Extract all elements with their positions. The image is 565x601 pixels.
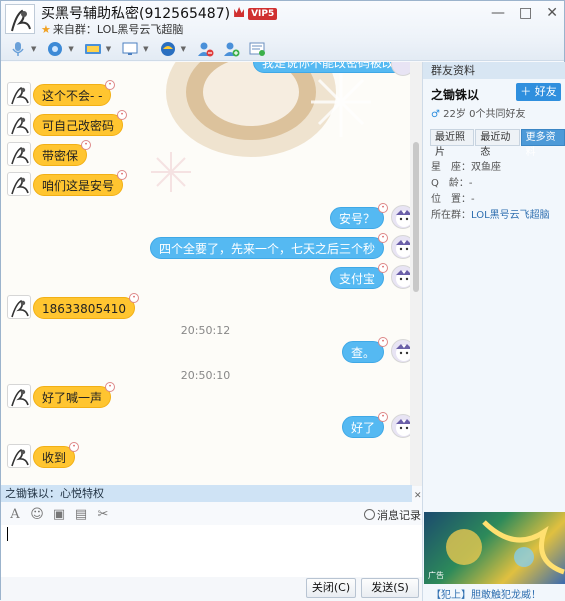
tab-recent-photos[interactable]: 最近照片: [430, 129, 475, 158]
more-icon[interactable]: [246, 38, 268, 60]
bubble-decoration-icon: •: [378, 337, 388, 347]
ad-dragon-image: [446, 520, 565, 575]
title-bar[interactable]: 买黑号辅助私密(912565487) VIP5 ★ 来自群：LOL黑号云飞超脑 — …: [1, 1, 564, 37]
message-bubble[interactable]: 这个不会- -: [33, 84, 112, 106]
member-avatar[interactable]: [7, 82, 31, 106]
chat-history[interactable]: 我是说你不能改密码被改? 这个不会- - • 可自己改密码 • 带密保 • 咱们这是安号 • 安…: [1, 62, 422, 486]
bubble-decoration-icon: •: [129, 293, 139, 303]
notice-text: 之锄铢以：心悦特权: [5, 487, 104, 500]
message-bubble[interactable]: 四个全要了，先来一个，七天之后三个秒: [149, 237, 384, 259]
add-contact-icon[interactable]: [220, 38, 242, 60]
block-user-icon[interactable]: [194, 38, 216, 60]
chevron-down-icon[interactable]: ▼: [68, 45, 73, 53]
message-bubble[interactable]: 咱们这是安号: [33, 174, 124, 196]
timestamp: 20:50:12: [180, 324, 231, 337]
member-avatar[interactable]: [7, 444, 31, 468]
star-icon: ★: [41, 23, 51, 36]
male-icon: ♂: [431, 109, 440, 120]
bubble-decoration-icon: •: [105, 80, 115, 90]
input-toolbar: A ☺ ▣ ▤ ✂: [1, 503, 422, 525]
field-q-age: Q 龄：-: [431, 178, 473, 189]
share-screen-icon[interactable]: [82, 38, 104, 60]
bubble-decoration-icon: •: [81, 140, 91, 150]
message-history-button[interactable]: 消息记录 ▾: [364, 507, 430, 523]
microphone-icon[interactable]: [7, 38, 29, 60]
member-avatar[interactable]: [7, 295, 31, 319]
emoji-icon[interactable]: ☺: [29, 506, 45, 522]
chat-window: 买黑号辅助私密(912565487) VIP5 ★ 来自群：LOL黑号云飞超脑 — …: [0, 0, 565, 601]
bubble-decoration-icon: •: [378, 412, 388, 422]
field-zodiac: 星 座：双鱼座: [431, 162, 501, 173]
image-icon[interactable]: ▣: [51, 506, 67, 522]
member-avatar[interactable]: [7, 172, 31, 196]
add-friend-button[interactable]: ＋ 好友: [516, 83, 561, 101]
close-icon[interactable]: ✕: [414, 491, 422, 501]
group-link[interactable]: LOL黑号云飞超脑: [471, 210, 550, 221]
group-source: ★ 来自群：LOL黑号云飞超脑: [41, 23, 184, 36]
tab-more-info[interactable]: 更多资料: [520, 129, 565, 158]
send-button[interactable]: 发送(S): [361, 578, 419, 598]
text-caret: [7, 527, 8, 541]
timestamp: 20:50:10: [180, 369, 231, 382]
profile-tabs: 最近照片 最近动态 更多资料: [430, 129, 565, 158]
member-avatar[interactable]: [7, 112, 31, 136]
member-meta: ♂ 22岁 0个共同好友: [431, 109, 526, 120]
ad-tag: 广告: [428, 571, 444, 580]
bubble-decoration-icon: •: [69, 442, 79, 452]
font-icon[interactable]: A: [7, 506, 23, 522]
ad-caption[interactable]: 【犯上】胆敢触犯龙威！: [431, 586, 541, 601]
group-notice-bar[interactable]: 之锄铢以：心悦特权: [1, 485, 412, 502]
member-avatar[interactable]: [7, 142, 31, 166]
chat-toolbar: ▼ ▼ ▼ ▼ ▼: [1, 37, 564, 61]
member-name: 之锄铢以: [431, 88, 480, 102]
close-button[interactable]: 关闭(C): [306, 578, 356, 598]
remote-desktop-icon[interactable]: [119, 38, 141, 60]
vip-badge: VIP5: [248, 8, 278, 20]
contact-avatar[interactable]: [5, 4, 35, 34]
message-bubble-partial: 我是说你不能改密码被改?: [253, 62, 410, 73]
close-window-button[interactable]: ✕: [546, 5, 558, 21]
window-controls: — □ ✕: [491, 5, 558, 21]
bubble-decoration-icon: •: [378, 203, 388, 213]
crown-icon: [234, 7, 245, 17]
video-icon[interactable]: [44, 38, 66, 60]
message-bubble[interactable]: 带密保: [33, 144, 88, 166]
tab-recent-activity[interactable]: 最近动态: [475, 129, 520, 158]
bottom-bar: [1, 577, 422, 601]
chevron-down-icon[interactable]: ▼: [143, 45, 148, 53]
bubble-decoration-icon: •: [117, 170, 127, 180]
field-group: 所在群：LOL黑号云飞超脑: [431, 210, 550, 221]
chevron-down-icon[interactable]: ▼: [181, 45, 186, 53]
chat-scrollbar[interactable]: [410, 62, 422, 486]
scroll-thumb[interactable]: [413, 142, 419, 292]
clock-icon: [364, 509, 375, 520]
message-bubble[interactable]: 可自己改密码: [33, 114, 124, 136]
maximize-button[interactable]: □: [519, 5, 532, 21]
panel-header: 群友资料: [423, 62, 565, 79]
message-bubble[interactable]: 支付宝: [329, 267, 384, 289]
bubble-decoration-icon: •: [378, 233, 388, 243]
chevron-down-icon[interactable]: ▼: [106, 45, 111, 53]
bubble-decoration-icon: •: [117, 110, 127, 120]
message-bubble[interactable]: 好了喊一声: [33, 386, 112, 408]
message-input[interactable]: [1, 525, 422, 577]
bubble-decoration-icon: •: [378, 263, 388, 273]
chevron-down-icon[interactable]: ▼: [31, 45, 36, 53]
minimize-button[interactable]: —: [491, 5, 505, 21]
message-bubble[interactable]: 18633805410: [33, 297, 135, 319]
ad-banner[interactable]: 广告: [424, 512, 565, 584]
message-bubble[interactable]: 安号？: [329, 207, 384, 229]
app-icon[interactable]: [157, 38, 179, 60]
coffee-cup-background: [151, 62, 371, 192]
member-avatar[interactable]: [7, 384, 31, 408]
bubble-decoration-icon: •: [105, 382, 115, 392]
picture-icon[interactable]: ▤: [73, 506, 89, 522]
member-profile-panel: 群友资料 之锄铢以 ＋ 好友 ♂ 22岁 0个共同好友 最近照片 最近动态 更多…: [422, 62, 565, 601]
scissors-icon[interactable]: ✂: [95, 506, 111, 522]
field-location: 位 置：-: [431, 194, 475, 205]
contact-name: 买黑号辅助私密(912565487) VIP5: [41, 3, 278, 23]
